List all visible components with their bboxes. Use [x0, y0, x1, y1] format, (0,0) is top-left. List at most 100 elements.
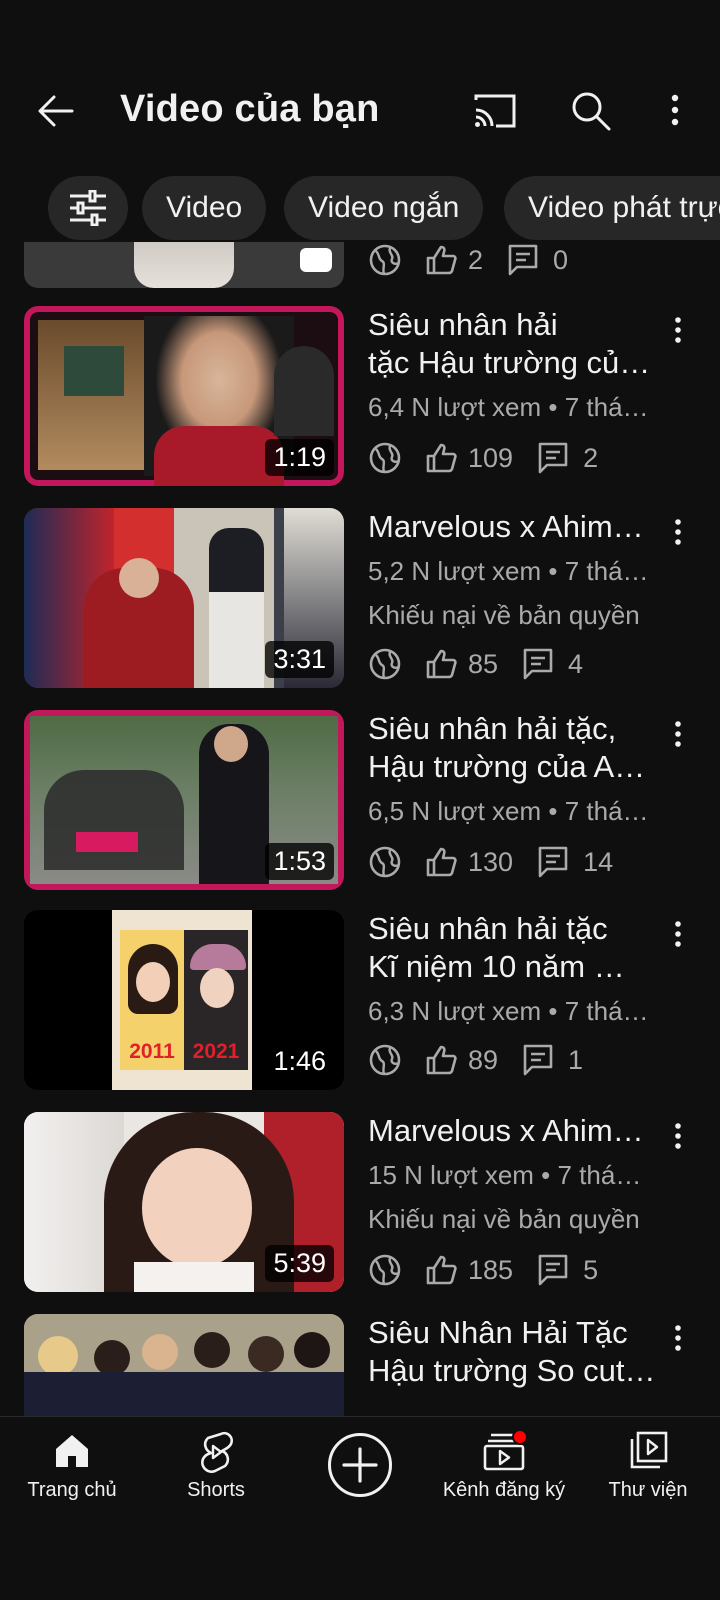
video-thumbnail[interactable] — [24, 242, 344, 288]
bottom-navigation: Trang chủ Shorts Kênh đăng ký Thư viện — [0, 1416, 720, 1600]
comment-icon — [538, 846, 568, 878]
video-title: Siêu nhân hải tặc Kĩ niệm 10 năm 💋… — [368, 911, 660, 984]
thumbs-up-icon — [426, 443, 457, 473]
video-thumbnail[interactable]: 1:53 — [24, 710, 344, 890]
more-vert-icon — [671, 94, 679, 126]
plus-icon — [342, 1447, 378, 1483]
video-duration: 3:31 — [265, 641, 334, 678]
video-info[interactable]: Marvelous x Ahim… 5,2 N lượt xem • 7 thá… — [368, 508, 668, 630]
create-button[interactable] — [328, 1433, 392, 1497]
video-info[interactable]: Siêu nhân hải tặc Kĩ niệm 10 năm 💋… 6,3 … — [368, 910, 668, 1026]
like-count: 89 — [468, 1044, 499, 1075]
globe-icon — [369, 648, 401, 680]
video-info[interactable]: Siêu nhân hải tặc Hậu trường củ… 6,4 N l… — [368, 306, 668, 422]
nav-subscriptions[interactable]: Kênh đăng ký — [432, 1417, 576, 1537]
like-count: 130 — [468, 846, 514, 877]
chip-video[interactable]: Video — [142, 176, 267, 240]
more-vert-icon[interactable] — [664, 312, 692, 352]
video-row[interactable]: Siêu Nhân Hải Tặc Hậu trường So cut… — [0, 1314, 720, 1416]
top-app-bar: Video của bạn — [0, 0, 720, 170]
more-options-button[interactable] — [660, 88, 690, 138]
more-vert-icon[interactable] — [664, 1320, 692, 1360]
video-thumbnail[interactable] — [24, 1314, 344, 1416]
chip-live[interactable]: Video phát trực tiếp — [504, 176, 720, 240]
nav-library[interactable]: Thư viện — [576, 1417, 720, 1537]
video-thumbnail[interactable]: 3:31 — [24, 508, 344, 688]
video-list[interactable]: 2 0 1:19 Siêu nhân hải tặc Hậu trường củ… — [0, 242, 720, 1416]
thumbnail-year-right: 2021 — [192, 1040, 240, 1063]
video-meta: 6,4 N lượt xem • 7 thá… — [368, 392, 649, 422]
video-meta: 5,2 N lượt xem • 7 thá… — [368, 556, 649, 586]
video-meta: 6,5 N lượt xem • 7 thá… — [368, 796, 649, 826]
video-title: Siêu nhân hải tặc Hậu trường củ… — [368, 307, 651, 380]
thumbnail-year-left: 2011 — [129, 1040, 175, 1063]
nav-shorts[interactable]: Shorts — [144, 1417, 288, 1537]
video-row[interactable]: 5:39 Marvelous x Ahim… 15 N lượt xem • 7… — [0, 1112, 720, 1292]
video-duration: 1:53 — [265, 843, 334, 880]
notification-dot — [512, 1429, 528, 1445]
video-stats: 109 2 — [368, 438, 598, 478]
video-thumbnail[interactable]: 5:39 — [24, 1112, 344, 1292]
video-row[interactable]: 1:53 Siêu nhân hải tặc, Hậu trường của A… — [0, 710, 720, 890]
home-icon — [56, 1435, 88, 1467]
shorts-icon — [201, 1431, 233, 1473]
tune-icon — [70, 190, 106, 226]
video-row[interactable]: 3:31 Marvelous x Ahim… 5,2 N lượt xem • … — [0, 508, 720, 688]
video-stats: 89 1 — [368, 1040, 583, 1080]
video-meta: 6,3 N lượt xem • 7 thá… — [368, 996, 649, 1026]
nav-shorts-label: Shorts — [187, 1479, 245, 1501]
cast-button[interactable] — [470, 88, 520, 138]
video-stats: 85 4 — [368, 644, 583, 684]
video-title: Marvelous x Ahim… — [368, 1113, 644, 1148]
video-title: Siêu Nhân Hải Tặc Hậu trường So cut… — [368, 1315, 656, 1388]
more-vert-icon[interactable] — [664, 1118, 692, 1158]
comment-icon — [538, 442, 568, 474]
video-stats: 2 0 — [368, 242, 568, 280]
nav-subscriptions-label: Kênh đăng ký — [442, 1479, 566, 1501]
thumbs-up-icon — [426, 1045, 457, 1075]
video-row[interactable]: 2011 2021 1:46 Siêu nhân hải tặc Kĩ niệm… — [0, 910, 720, 1090]
video-thumbnail[interactable]: 2011 2021 1:46 — [24, 910, 344, 1090]
video-duration: 1:46 — [273, 1046, 326, 1076]
video-row[interactable]: 1:19 Siêu nhân hải tặc Hậu trường củ… 6,… — [0, 306, 720, 486]
more-vert-icon[interactable] — [664, 916, 692, 956]
like-count: 85 — [468, 648, 499, 679]
page-title: Video của bạn — [120, 88, 380, 130]
video-title: Marvelous x Ahim… — [368, 509, 644, 544]
video-duration: 5:39 — [265, 1245, 334, 1282]
more-vert-icon[interactable] — [664, 716, 692, 756]
filter-settings-chip[interactable] — [48, 176, 128, 240]
back-button[interactable] — [30, 86, 82, 138]
globe-icon — [369, 1254, 401, 1286]
comment-count: 14 — [583, 846, 614, 877]
video-info[interactable]: Siêu nhân hải tặc, Hậu trường của Ah… 6,… — [368, 710, 668, 826]
video-stats: 130 14 — [368, 842, 613, 882]
thumbs-up-icon — [426, 1255, 457, 1285]
comment-count: 0 — [553, 244, 569, 275]
chip-shorts[interactable]: Video ngắn — [284, 176, 484, 240]
video-row-partial[interactable]: 2 0 — [0, 242, 720, 290]
nav-home[interactable]: Trang chủ — [0, 1417, 144, 1537]
more-vert-icon[interactable] — [664, 514, 692, 554]
video-title: Siêu nhân hải tặc, Hậu trường của Ah… — [368, 711, 660, 784]
comment-count: 2 — [583, 442, 599, 473]
like-count: 185 — [468, 1254, 514, 1285]
copyright-claim-notice[interactable]: Khiếu nại về bản quyền — [368, 1204, 668, 1234]
comment-icon — [523, 648, 553, 680]
nav-home-label: Trang chủ — [27, 1479, 117, 1501]
comment-icon — [508, 244, 538, 276]
globe-icon — [369, 1044, 401, 1076]
comment-icon — [523, 1044, 553, 1076]
like-count: 109 — [468, 442, 514, 473]
search-button[interactable] — [566, 86, 616, 136]
comment-bubble-icon — [300, 248, 332, 272]
video-meta: 15 N lượt xem • 7 thá… — [368, 1160, 642, 1190]
video-duration: 1:19 — [265, 439, 334, 476]
video-info[interactable]: Marvelous x Ahim… 15 N lượt xem • 7 thá…… — [368, 1112, 668, 1234]
copyright-claim-notice[interactable]: Khiếu nại về bản quyền — [368, 600, 668, 630]
thumbs-up-icon — [426, 649, 457, 679]
search-icon — [572, 92, 611, 131]
video-thumbnail[interactable]: 1:19 — [24, 306, 344, 486]
video-info[interactable]: Siêu Nhân Hải Tặc Hậu trường So cut… — [368, 1314, 668, 1390]
library-icon — [630, 1431, 668, 1469]
